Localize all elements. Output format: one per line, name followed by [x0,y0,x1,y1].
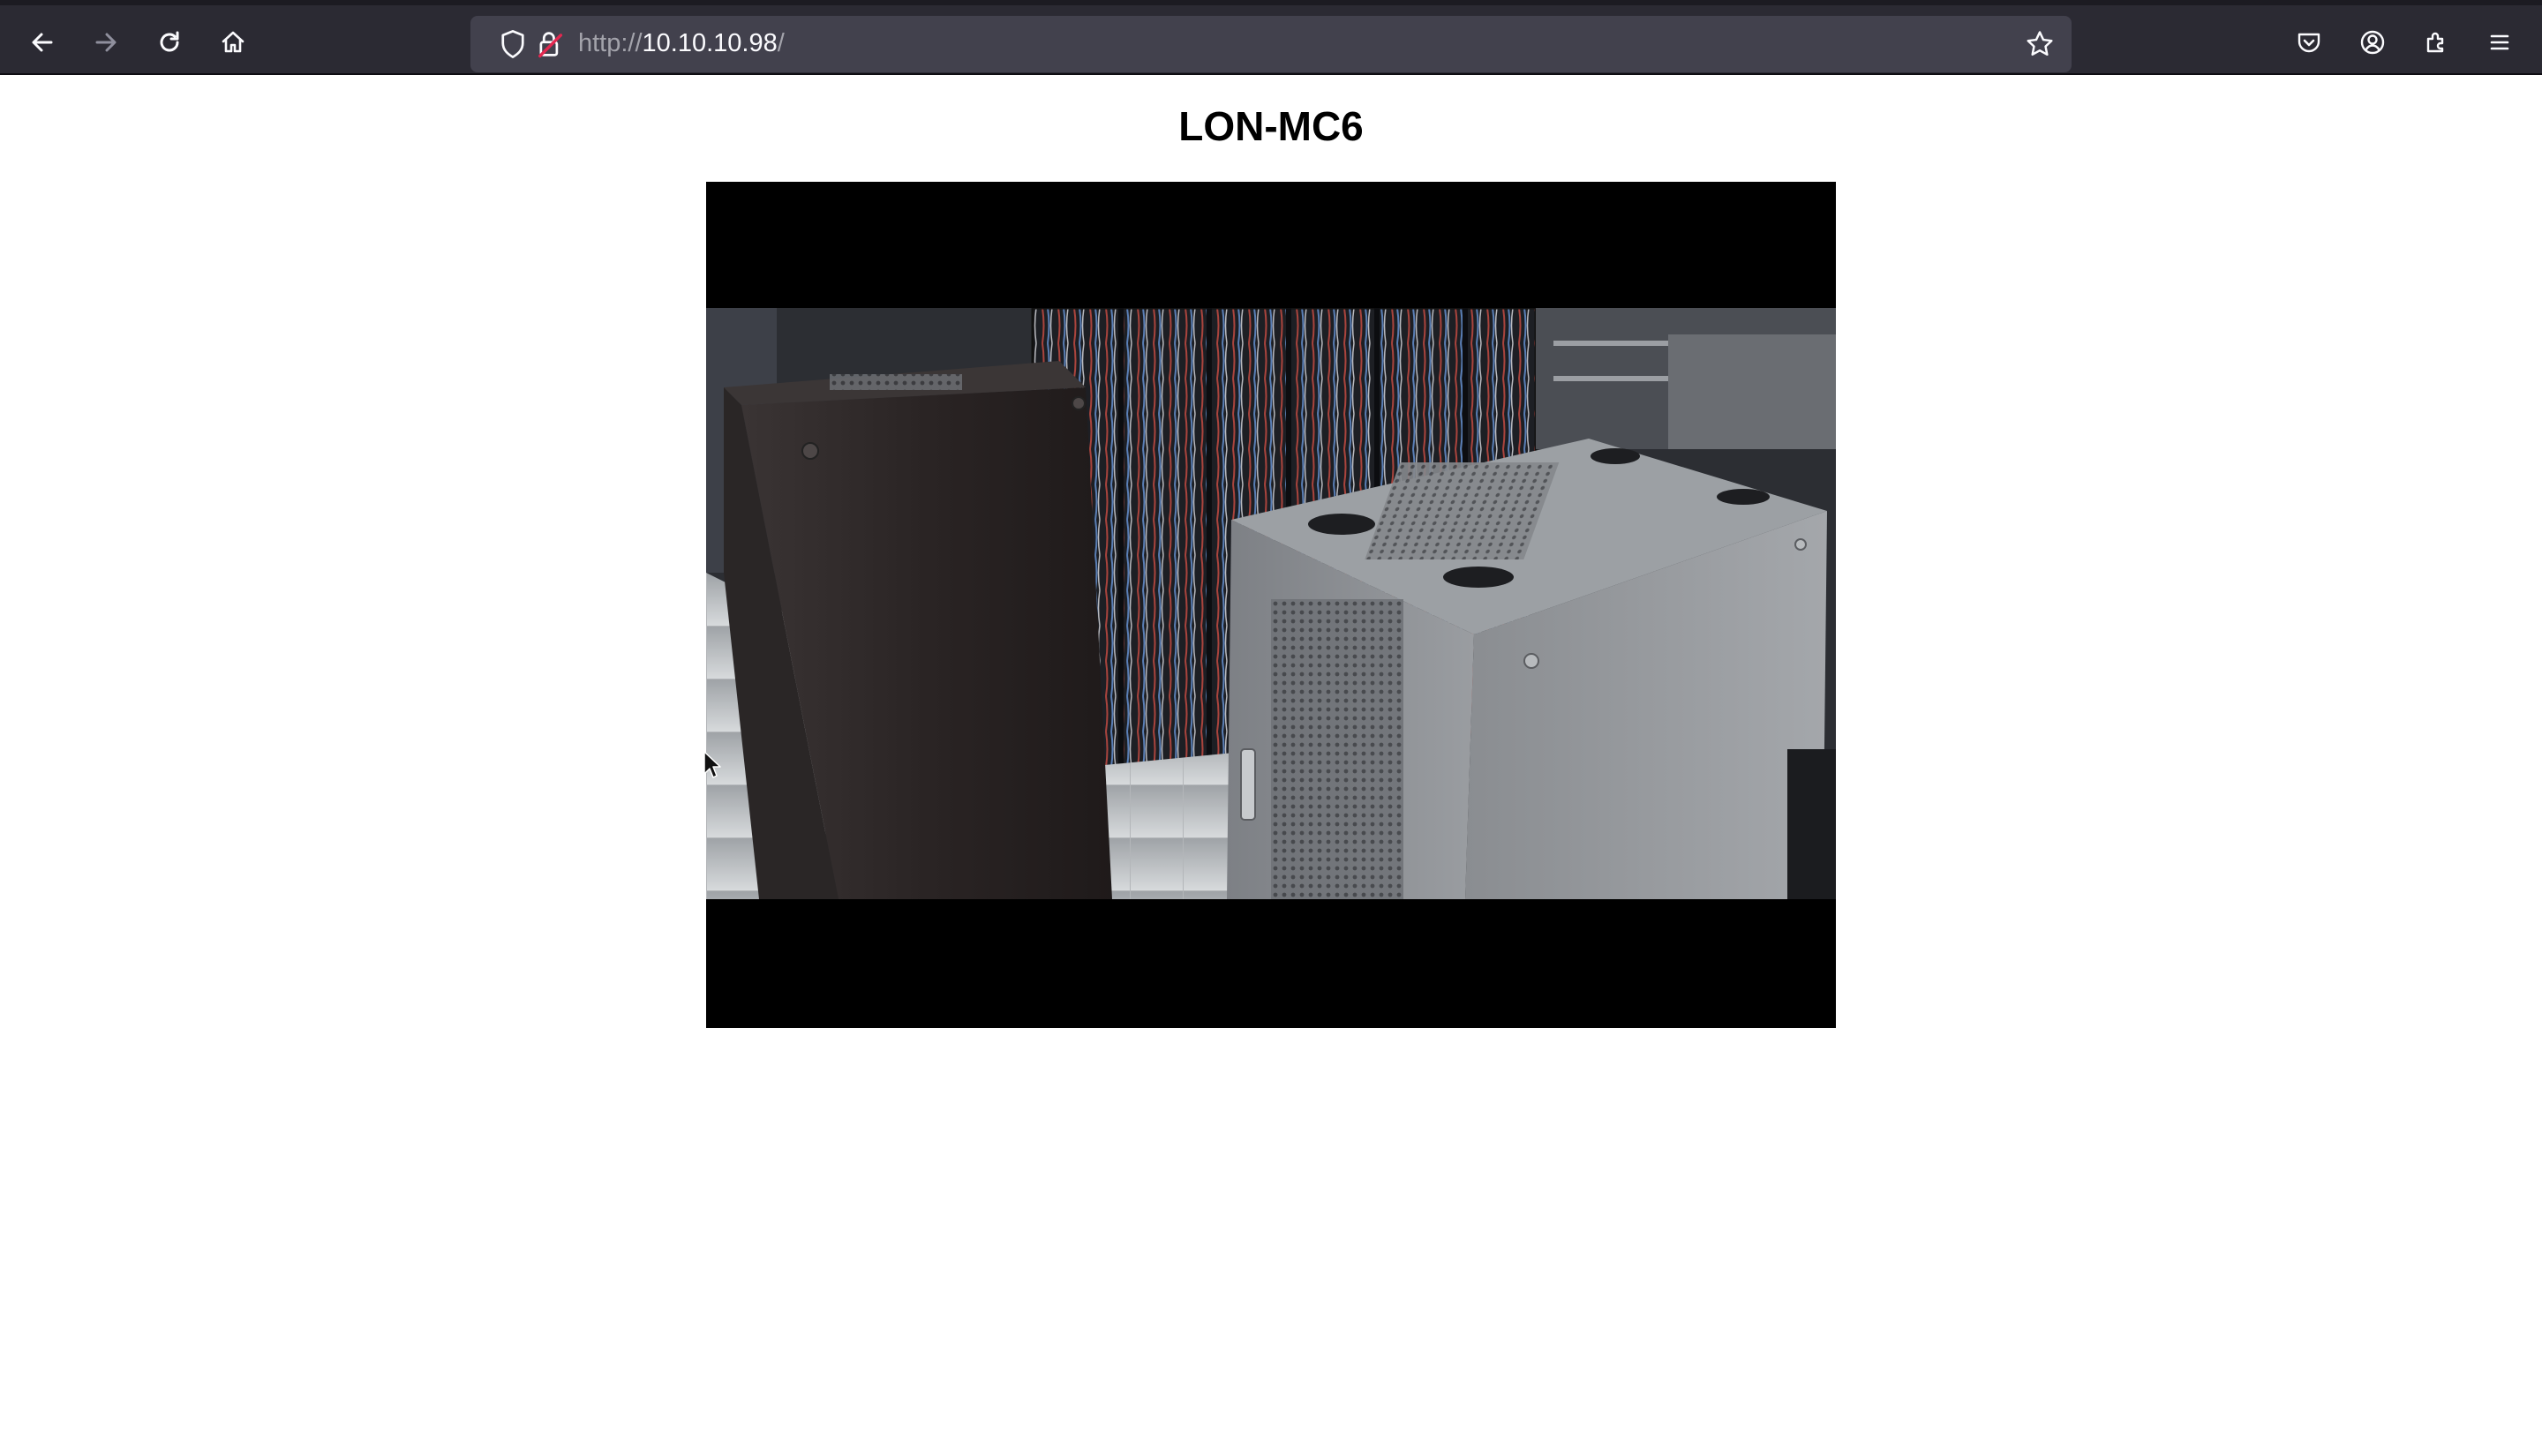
back-button[interactable] [19,19,65,65]
app-menu-button[interactable] [2477,19,2523,65]
hamburger-menu-icon [2490,34,2509,50]
extensions-icon [2426,32,2444,53]
page-title: LON-MC6 [1178,103,1364,149]
lock-icon[interactable] [534,28,566,60]
url-bar[interactable]: http://10.10.10.98/ [470,16,2072,72]
account-icon [2360,30,2385,55]
url-host: 10.10.10.98 [642,29,778,57]
url-path: / [777,29,785,57]
forward-button[interactable] [83,19,129,65]
url-scheme: http:// [578,29,643,57]
home-icon [222,31,244,53]
forward-arrow-icon [95,33,117,52]
url-text[interactable]: http://10.10.10.98/ [578,29,785,58]
back-arrow-icon [32,33,53,52]
camera-frame [706,182,1836,1028]
extensions-button[interactable] [2413,19,2459,65]
mouse-cursor-icon [703,751,721,778]
star-icon[interactable] [2024,28,2056,60]
server-room-scene [706,308,1836,899]
pocket-button[interactable] [2286,19,2332,65]
home-button[interactable] [210,19,256,65]
shield-icon[interactable] [497,28,529,60]
camera-feed-image [706,308,1836,899]
reload-icon [160,31,179,52]
browser-toolbar: http://10.10.10.98/ [0,0,2542,75]
pocket-icon [2298,33,2320,53]
reload-button[interactable] [147,19,192,65]
account-button[interactable] [2350,19,2395,65]
